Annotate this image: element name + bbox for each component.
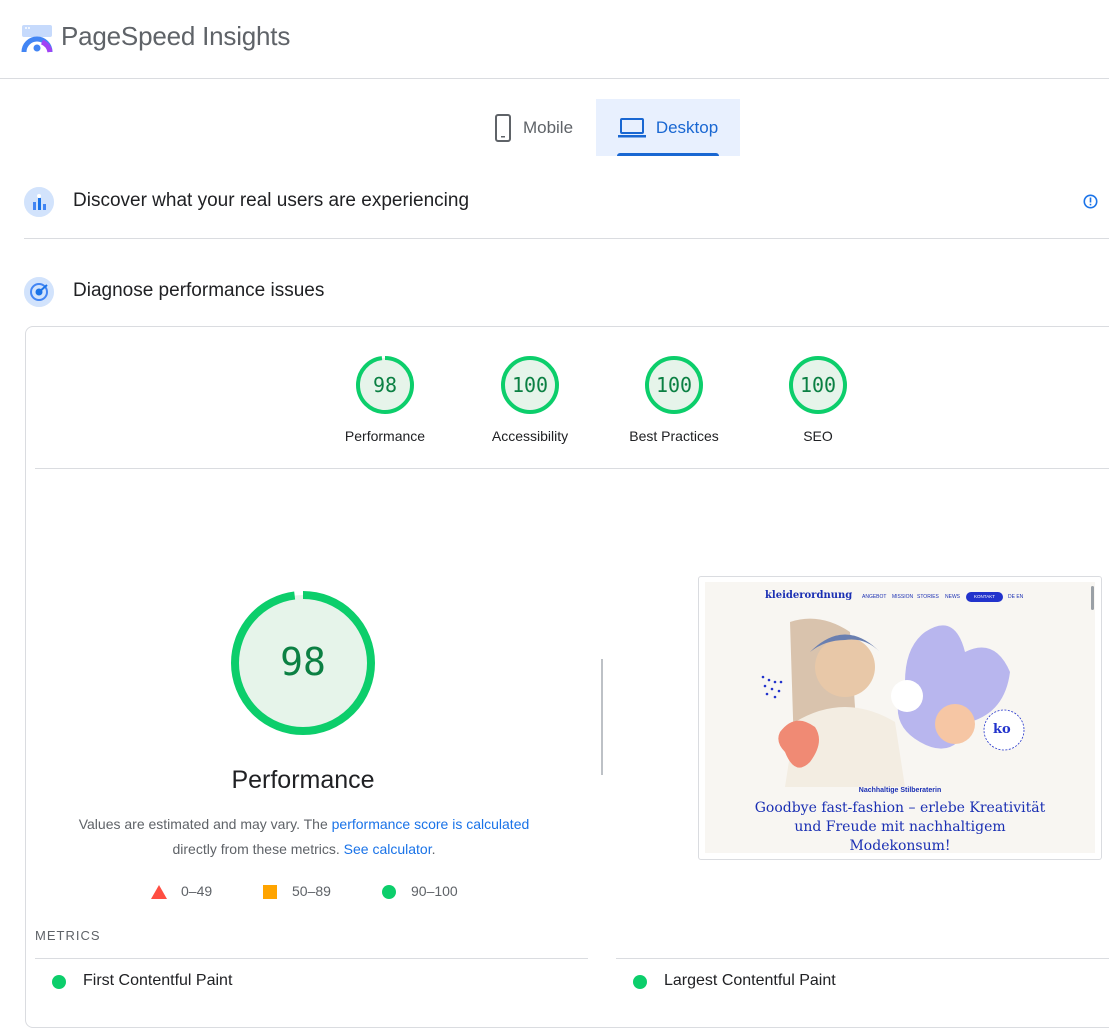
tab-mobile-label: Mobile xyxy=(522,117,574,137)
gauge-best-practices-value: 100 xyxy=(656,373,692,397)
site-nav-lang: DE EN xyxy=(1008,594,1024,600)
description-text-3: . xyxy=(431,841,436,857)
legend-average-range: 50–89 xyxy=(292,883,331,899)
final-screenshot-frame[interactable]: kleiderordnung ANGEBOT MISSION STORIES N… xyxy=(698,576,1102,860)
gauge-accessibility-value: 100 xyxy=(512,373,548,397)
site-headline-line-3: Modekonsum! xyxy=(849,838,951,853)
gauge-seo[interactable]: 100 xyxy=(788,355,848,420)
triangle-icon xyxy=(151,885,167,899)
metric-lcp-label: Largest Contentful Paint xyxy=(664,972,836,989)
real-users-heading: Discover what your real users are experi… xyxy=(73,190,470,211)
performance-big-gauge: 98 xyxy=(229,589,377,742)
tab-desktop[interactable]: Desktop xyxy=(596,99,740,156)
site-headline: Goodbye fast-fashion – erlebe Kreativitä… xyxy=(705,799,1095,853)
circle-icon xyxy=(382,885,396,899)
metrics-divider-left xyxy=(35,958,588,959)
app-title[interactable]: PageSpeed Insights xyxy=(61,21,290,52)
site-nav-4: NEWS xyxy=(945,594,960,600)
performance-description: Values are estimated and may vary. The p… xyxy=(60,812,548,862)
vertical-separator xyxy=(601,659,603,775)
gauge-best-practices-label: Best Practices xyxy=(629,428,719,444)
crux-icon xyxy=(24,187,54,217)
square-icon xyxy=(263,885,277,899)
tab-selected-indicator xyxy=(617,153,719,156)
lighthouse-icon xyxy=(24,277,54,307)
tab-mobile[interactable]: Mobile xyxy=(470,99,596,156)
metric-fcp-label: First Contentful Paint xyxy=(83,972,233,989)
site-nav-3: STORIES xyxy=(917,594,939,600)
metrics-divider-right xyxy=(616,958,1109,959)
legend-fail-range: 0–49 xyxy=(181,883,213,899)
performance-big-value: 98 xyxy=(280,640,326,684)
final-screenshot: kleiderordnung ANGEBOT MISSION STORIES N… xyxy=(705,582,1095,853)
site-nav-contact: KONTAKT xyxy=(966,592,1003,602)
gauges-divider xyxy=(35,468,1109,469)
gauge-performance-value: 98 xyxy=(373,373,397,397)
site-logo: kleiderordnung xyxy=(765,590,853,601)
metrics-heading: METRICS xyxy=(35,928,101,943)
gauge-seo-label: SEO xyxy=(803,428,833,444)
tab-desktop-label: Desktop xyxy=(655,117,719,137)
site-badge: ko xyxy=(993,722,1011,737)
site-subtitle: Nachhaltige Stilberaterin xyxy=(858,787,942,794)
gauge-best-practices[interactable]: 100 xyxy=(644,355,704,420)
hero-illustration xyxy=(761,618,1025,787)
legend-fail: 0–49 xyxy=(151,883,212,899)
see-calculator-link[interactable]: See calculator xyxy=(344,841,432,857)
gauge-performance-label: Performance xyxy=(344,428,426,444)
description-text-2: directly from these metrics. xyxy=(172,841,344,857)
metric-lcp-status-icon xyxy=(633,975,647,989)
performance-title: Performance xyxy=(231,766,375,794)
score-calculated-link[interactable]: performance score is calculated xyxy=(332,816,530,832)
legend-pass-range: 90–100 xyxy=(411,883,458,899)
site-nav-2: MISSION xyxy=(892,594,914,600)
pagespeed-logo-icon[interactable] xyxy=(21,24,53,56)
site-nav-1: ANGEBOT xyxy=(862,594,887,600)
gauge-accessibility[interactable]: 100 xyxy=(500,355,560,420)
legend-pass: 90–100 xyxy=(381,883,458,899)
gauge-performance[interactable]: 98 xyxy=(355,355,415,420)
description-text-1: Values are estimated and may vary. The xyxy=(78,816,332,832)
site-headline-line-1: Goodbye fast-fashion – erlebe Kreativitä… xyxy=(754,800,1046,816)
info-icon[interactable] xyxy=(1083,194,1098,209)
metric-fcp-status-icon xyxy=(52,975,66,989)
laptop-icon xyxy=(617,117,646,137)
legend-average: 50–89 xyxy=(262,883,331,899)
section-divider xyxy=(24,238,1109,239)
gauge-seo-value: 100 xyxy=(800,373,836,397)
screenshot-scrollbar xyxy=(1091,586,1094,610)
site-headline-line-2: und Freude mit nachhaltigem xyxy=(794,819,1006,835)
gauge-accessibility-label: Accessibility xyxy=(491,428,569,444)
diagnose-heading: Diagnose performance issues xyxy=(73,280,325,301)
phone-icon xyxy=(494,113,511,142)
